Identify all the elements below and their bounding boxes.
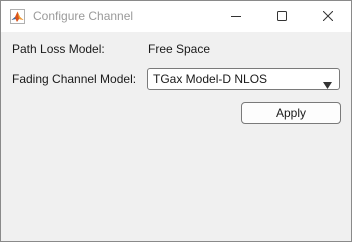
close-icon — [323, 11, 333, 21]
configure-channel-window: Configure Channel Path Loss Model: Free … — [0, 0, 352, 242]
window-title: Configure Channel — [33, 9, 134, 23]
dropdown-arrow-icon — [323, 76, 332, 94]
fading-channel-model-dropdown[interactable]: TGax Model-D NLOS — [147, 68, 340, 90]
title-bar[interactable]: Configure Channel — [1, 1, 351, 32]
maximize-button[interactable] — [259, 1, 305, 32]
matlab-icon — [10, 9, 25, 24]
maximize-icon — [277, 11, 287, 21]
fading-channel-model-label: Fading Channel Model: — [12, 72, 137, 86]
path-loss-model-value: Free Space — [148, 42, 211, 56]
fading-channel-model-selected: TGax Model-D NLOS — [153, 72, 268, 86]
minimize-icon — [231, 16, 241, 17]
minimize-button[interactable] — [213, 1, 259, 32]
apply-button[interactable]: Apply — [241, 102, 341, 124]
path-loss-model-label: Path Loss Model: — [12, 42, 105, 56]
dialog-content: Path Loss Model: Free Space Fading Chann… — [1, 32, 351, 241]
close-button[interactable] — [305, 1, 351, 32]
